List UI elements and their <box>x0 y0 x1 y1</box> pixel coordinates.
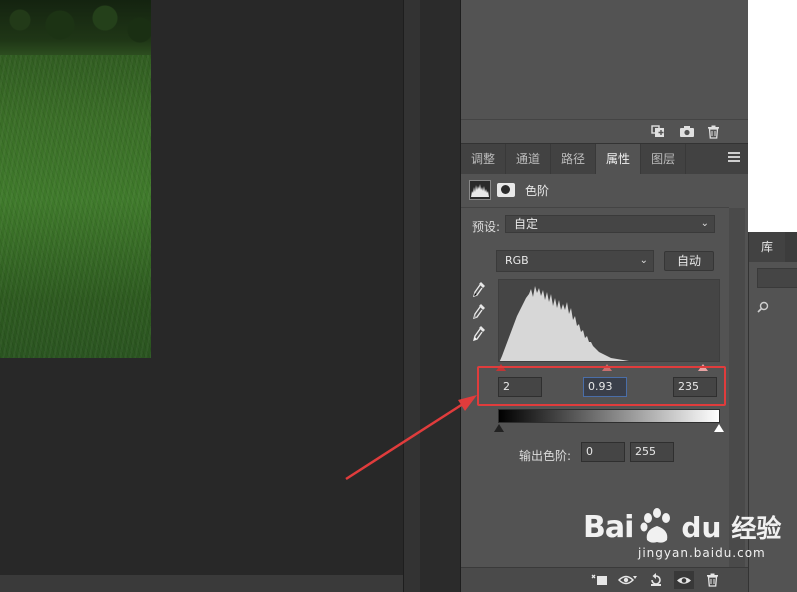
input-white-field[interactable]: 235 <box>673 377 717 397</box>
output-gradient-bar <box>498 409 720 423</box>
title-divider <box>461 207 729 208</box>
properties-title: 色阶 <box>525 183 550 198</box>
canvas-horizontal-scrollbar[interactable] <box>0 575 403 592</box>
preset-label: 预设: <box>472 220 501 234</box>
clip-to-layer-icon[interactable] <box>590 571 610 589</box>
reset-icon[interactable] <box>646 571 666 589</box>
library-search[interactable] <box>757 297 797 317</box>
output-black-handle[interactable] <box>494 424 504 432</box>
output-levels-label: 输出色阶: <box>519 449 572 463</box>
auto-button[interactable]: 自动 <box>664 251 714 271</box>
levels-histogram <box>498 279 720 362</box>
hedge-area <box>0 0 151 55</box>
tab-channels[interactable]: 通道 <box>506 144 552 174</box>
history-panel-footer <box>461 119 748 143</box>
new-snapshot-icon[interactable] <box>651 124 667 139</box>
view-previous-icon[interactable] <box>618 571 638 589</box>
output-black-field[interactable]: 0 <box>581 442 625 462</box>
layer-mask-icon[interactable] <box>497 183 515 197</box>
camera-icon[interactable] <box>679 125 695 138</box>
panel-menu-icon[interactable] <box>728 152 740 164</box>
search-icon <box>757 301 769 313</box>
histogram-graph <box>499 286 629 361</box>
watermark-url: jingyan.baidu.com <box>638 546 766 560</box>
watermark-brand-left: Bai <box>583 509 634 545</box>
preset-dropdown[interactable]: 自定 ⌄ <box>505 215 715 233</box>
tab-paths[interactable]: 路径 <box>551 144 597 174</box>
chevron-down-icon: ⌄ <box>639 255 648 266</box>
channel-dropdown[interactable]: RGB ⌄ <box>496 250 654 272</box>
library-dropdown[interactable] <box>757 268 797 288</box>
properties-title-row: 色阶 <box>469 178 549 202</box>
white-point-dropper-icon[interactable] <box>472 325 486 343</box>
preset-value: 自定 <box>514 217 539 231</box>
output-white-handle[interactable] <box>714 424 724 432</box>
trash-icon[interactable] <box>707 125 720 139</box>
trash-icon[interactable] <box>702 571 722 589</box>
output-white-field[interactable]: 255 <box>630 442 674 462</box>
chevron-down-icon: ⌄ <box>700 218 709 229</box>
watermark-brand-right: du <box>681 510 722 544</box>
panel-dock-strip <box>420 0 461 592</box>
document-canvas[interactable] <box>0 0 403 575</box>
output-levels-slider[interactable] <box>494 423 724 433</box>
canvas-vertical-scrollbar[interactable] <box>403 0 420 592</box>
library-tab-bar <box>785 232 797 262</box>
tab-library[interactable]: 库 <box>749 232 785 262</box>
tab-layers[interactable]: 图层 <box>641 144 687 174</box>
gray-point-dropper-icon[interactable] <box>472 303 486 321</box>
history-panel <box>461 0 748 143</box>
watermark-product: 经验 <box>731 514 782 543</box>
input-gamma-field[interactable]: 0.93 <box>583 377 627 397</box>
input-black-field[interactable]: 2 <box>498 377 542 397</box>
grass-photo <box>0 0 151 358</box>
tab-properties[interactable]: 属性 <box>596 144 642 174</box>
visibility-eye-icon[interactable] <box>674 571 694 589</box>
black-point-dropper-icon[interactable] <box>472 281 486 299</box>
channel-value: RGB <box>505 254 529 267</box>
tab-adjustments[interactable]: 调整 <box>461 144 507 174</box>
paw-logo-icon <box>640 508 671 543</box>
grass-texture <box>0 55 151 358</box>
properties-footer <box>461 567 748 592</box>
panel-tabs: 调整 通道 路径 属性 图层 <box>461 144 748 174</box>
white-background-area <box>748 0 797 232</box>
levels-adjustment-icon[interactable] <box>469 180 491 200</box>
